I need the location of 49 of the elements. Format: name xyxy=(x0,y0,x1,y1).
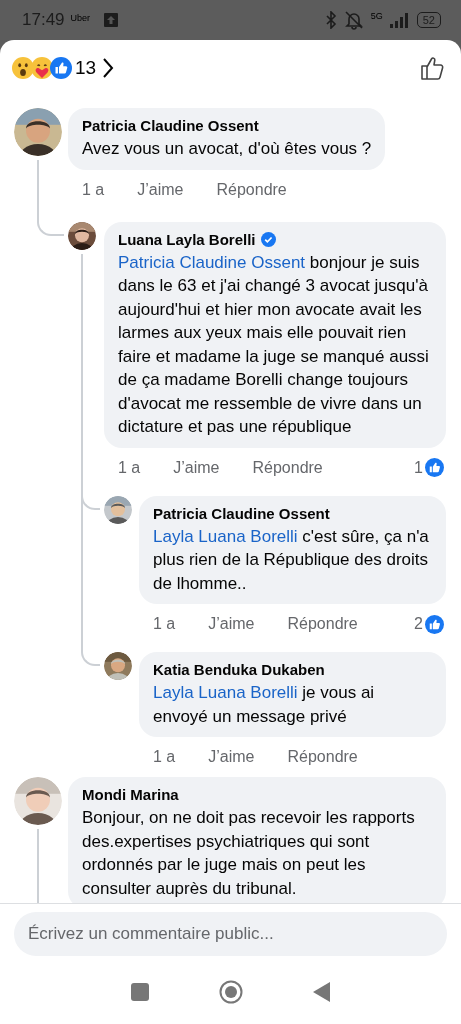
like-icon xyxy=(425,458,444,477)
mention-link[interactable]: Patricia Claudine Ossent xyxy=(118,252,306,272)
app-label: Uber xyxy=(70,13,91,23)
recent-apps-icon[interactable] xyxy=(130,983,149,1001)
like-link[interactable]: J’aime xyxy=(137,180,184,199)
thumbs-up-icon[interactable] xyxy=(419,55,445,81)
author-name[interactable]: Luana Layla Borelli xyxy=(118,228,256,251)
bluetooth-icon xyxy=(324,11,337,29)
like-link[interactable]: J’aime xyxy=(208,748,255,766)
reaction-count[interactable]: 13 xyxy=(75,57,97,79)
back-icon[interactable] xyxy=(312,982,331,1002)
author-name[interactable]: Katia Benduka Dukaben xyxy=(153,659,325,681)
like-icon xyxy=(50,57,72,79)
author-name[interactable]: Patricia Claudine Ossent xyxy=(82,115,259,137)
chevron-right-icon[interactable] xyxy=(102,57,115,79)
like-link[interactable]: J’aime xyxy=(173,458,220,477)
mention-link[interactable]: Layla Luana Borelli xyxy=(153,526,298,546)
comment-text: Avez vous un avocat, d'où êtes vous ? xyxy=(82,138,372,160)
reply-link[interactable]: Répondre xyxy=(287,748,358,766)
like-link[interactable]: J’aime xyxy=(208,615,255,633)
like-count: 2 xyxy=(414,615,423,633)
comment-text: Patricia Claudine Ossent bonjour je suis dans le 63 et j'ai changé 3 avocat jusqu'à aujourd'hui et hier mon avocate avait les larmes aux yeux mais elle pouvait rien faire et madame la juge se manqué aussi de ça madame Borelli change toujours d'avocat me ressemble de vivre dans un dictature et pas une république xyxy=(118,251,430,438)
timestamp: 1 a xyxy=(153,748,176,766)
upload-notification-icon xyxy=(104,13,119,27)
reply-link[interactable]: Répondre xyxy=(287,615,358,633)
thread-connector xyxy=(37,209,64,236)
reply-link[interactable]: Répondre xyxy=(216,180,287,199)
network-label: 5G xyxy=(370,11,383,21)
comment-text: Layla Luana Borelli c'est sûre, ça n'a plus rien de la République des droits de lhomme.. xyxy=(153,525,430,595)
battery-indicator: 52 xyxy=(416,12,441,28)
muted-bell-icon xyxy=(342,10,365,30)
like-icon xyxy=(425,614,444,634)
timestamp: 1 a xyxy=(118,458,141,477)
like-count: 1 xyxy=(414,458,423,477)
comment-text: Layla Luana Borelli je vous ai envoyé un message privé xyxy=(153,682,376,728)
timestamp: 1 a xyxy=(82,180,105,199)
hugging-heart-emoji-icon xyxy=(31,57,53,79)
surprised-emoji-icon xyxy=(12,57,34,79)
home-icon[interactable] xyxy=(218,980,243,1004)
signal-icon xyxy=(388,12,411,28)
timestamp: 1 a xyxy=(153,615,176,633)
comment-input-field[interactable]: Écrivez un commentaire public... xyxy=(14,912,447,956)
clock-time: 17:49 xyxy=(22,10,65,30)
author-name[interactable]: Mondi Marina xyxy=(82,784,179,806)
author-name[interactable]: Patricia Claudine Ossent xyxy=(153,502,330,525)
reply-link[interactable]: Répondre xyxy=(252,458,323,477)
mention-link[interactable]: Layla Luana Borelli xyxy=(153,683,298,702)
thread-connector xyxy=(81,644,100,666)
comment-text: Bonjour, on ne doit pas recevoir les rapports des.expertises psychiatriques qui sont ordonnés par le juge mais on peut les consulter auprès du tribunal. xyxy=(82,807,416,900)
